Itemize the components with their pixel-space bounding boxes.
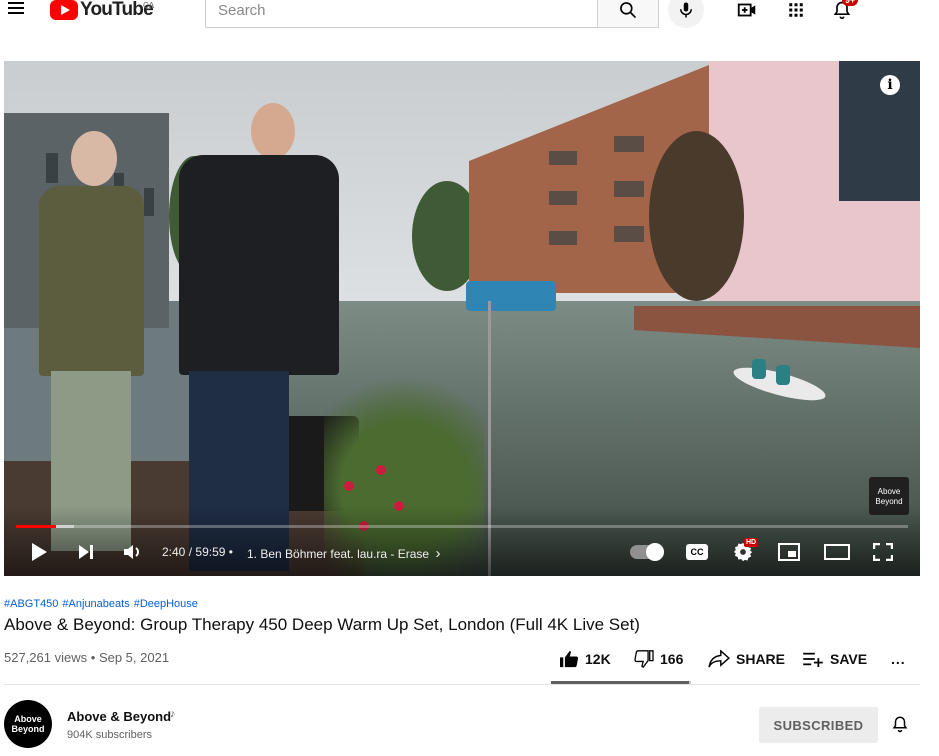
hashtag-link[interactable]: #DeepHouse	[134, 598, 198, 610]
play-icon	[32, 543, 47, 561]
volume-icon	[124, 545, 139, 559]
fullscreen-button[interactable]	[870, 540, 896, 564]
create-video-icon	[737, 3, 756, 17]
subscriber-count: 904K subscribers	[67, 729, 152, 741]
thumbs-up-icon	[560, 650, 579, 668]
top-bar: YouTube CA 9+	[0, 0, 939, 28]
chapter-title[interactable]: 1. Ben Böhmer feat. lau.ra - Erase ›	[247, 545, 440, 562]
hashtag-link[interactable]: #ABGT450	[4, 598, 58, 610]
search-box[interactable]	[205, 0, 598, 28]
apps-grid-icon	[789, 3, 803, 17]
settings-button[interactable]: HD	[730, 538, 759, 564]
microphone-icon	[680, 2, 692, 18]
menu-icon[interactable]	[6, 0, 28, 20]
current-time: 2:40	[162, 545, 186, 559]
upload-date: Sep 5, 2021	[98, 650, 170, 665]
youtube-play-logo-icon	[50, 0, 78, 20]
autoplay-toggle[interactable]	[630, 543, 664, 561]
miniplayer-icon	[778, 543, 800, 561]
logo-country-code: CA	[143, 1, 155, 10]
video-player[interactable]: i Above Beyond 2:40 / 59:59 • 1. Ben Böh…	[4, 61, 920, 576]
share-label: SHARE	[736, 651, 786, 667]
time-separator: /	[188, 545, 193, 559]
notifications-button[interactable]: 9+	[830, 0, 859, 22]
channel-name[interactable]: Above & Beyond	[67, 709, 171, 724]
official-artist-icon: ♪	[170, 708, 176, 720]
video-title: Above & Beyond: Group Therapy 450 Deep W…	[4, 615, 640, 634]
video-frame-boat	[466, 281, 556, 311]
info-icon[interactable]: i	[880, 75, 900, 95]
share-button[interactable]: SHARE	[708, 648, 785, 670]
video-meta: 527,261 views • Sep 5, 2021	[4, 650, 169, 665]
bell-icon	[892, 716, 908, 733]
notification-preference-button[interactable]	[888, 712, 912, 736]
share-icon	[708, 650, 730, 668]
notification-count-badge: 9+	[842, 0, 859, 6]
meta-separator: •	[90, 650, 96, 665]
search-icon	[620, 2, 637, 19]
video-frame-tree	[649, 131, 744, 301]
video-frame-person-right	[179, 103, 339, 573]
captions-button[interactable]: CC	[684, 540, 710, 564]
save-button[interactable]: SAVE	[802, 648, 867, 670]
theater-mode-icon	[824, 544, 850, 560]
time-display: 2:40 / 59:59 •	[162, 545, 233, 559]
chapter-label: 1. Ben Böhmer feat. lau.ra - Erase	[247, 547, 430, 561]
apps-button[interactable]	[784, 0, 808, 22]
next-icon	[79, 545, 93, 559]
hd-badge: HD	[744, 538, 759, 547]
search-button[interactable]	[597, 0, 659, 28]
volume-button[interactable]	[120, 540, 146, 564]
next-button[interactable]	[74, 540, 98, 564]
hashtag-list: #ABGT450 #Anjunabeats #DeepHouse	[4, 598, 202, 610]
video-frame-person-left	[39, 131, 149, 551]
more-actions-button[interactable]: ...	[891, 648, 906, 670]
dislike-button[interactable]: 166	[634, 648, 683, 670]
playlist-add-icon	[803, 652, 823, 667]
hashtag-link[interactable]: #Anjunabeats	[62, 598, 129, 610]
like-count: 12K	[585, 651, 611, 667]
theater-mode-button[interactable]	[822, 540, 852, 564]
more-horizontal-icon: ...	[891, 651, 906, 667]
fullscreen-icon	[873, 543, 893, 561]
save-label: SAVE	[830, 651, 868, 667]
logo-text: YouTube	[80, 0, 154, 20]
divider	[4, 684, 920, 685]
subscribed-button[interactable]: SUBSCRIBED	[759, 707, 878, 743]
youtube-logo[interactable]: YouTube	[50, 0, 154, 23]
chapter-separator: •	[228, 545, 233, 559]
create-video-button[interactable]	[735, 0, 759, 22]
dislike-count: 166	[660, 651, 684, 667]
play-button[interactable]	[26, 540, 52, 564]
progress-played	[16, 525, 57, 528]
chevron-right-icon: ›	[435, 545, 441, 562]
search-input[interactable]	[206, 0, 597, 27]
channel-avatar[interactable]: Above Beyond	[4, 700, 52, 748]
voice-search-button[interactable]	[668, 0, 704, 28]
like-button[interactable]: 12K	[559, 648, 611, 670]
view-count: 527,261 views	[4, 650, 88, 665]
thumbs-down-icon	[634, 650, 654, 668]
progress-bar[interactable]	[16, 525, 908, 528]
duration: 59:59	[195, 545, 226, 559]
miniplayer-button[interactable]	[776, 540, 802, 564]
captions-icon: CC	[686, 544, 708, 560]
